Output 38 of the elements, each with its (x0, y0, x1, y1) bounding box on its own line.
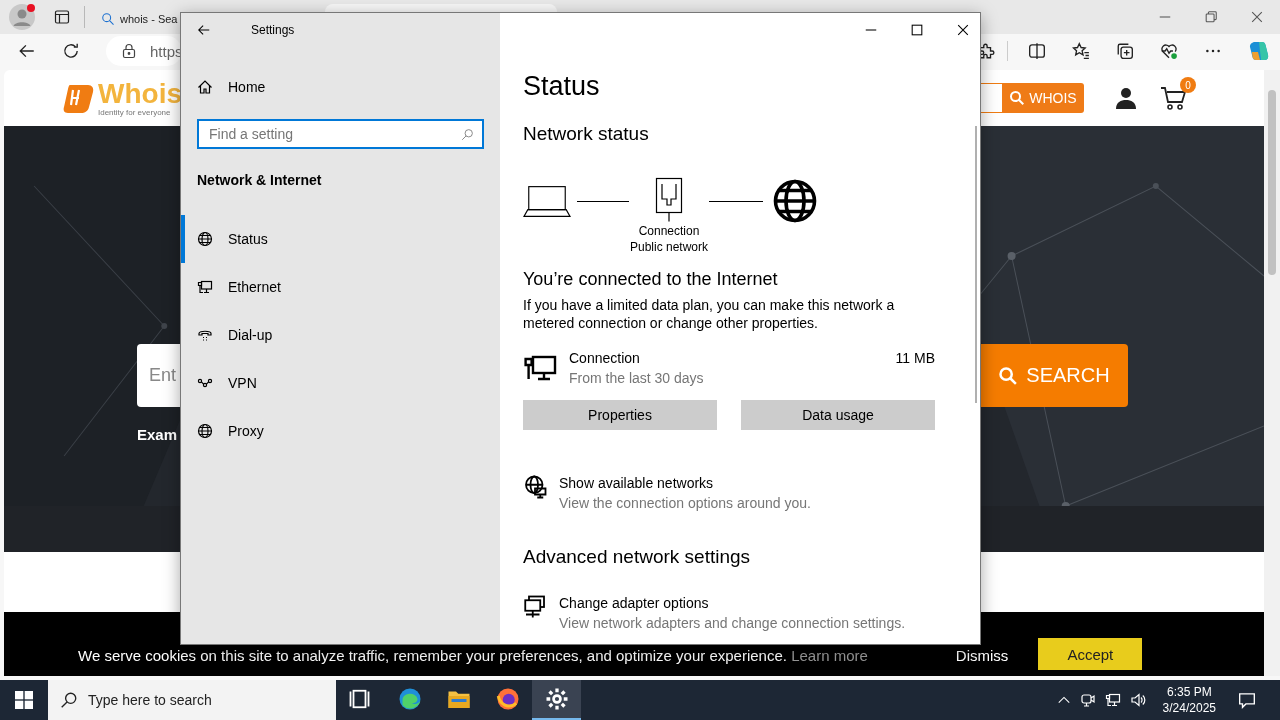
dismiss-link[interactable]: Dismiss (955, 647, 1009, 664)
logo-tagline: Identity for everyone (98, 107, 172, 117)
clock-date[interactable]: 3/24/2025 (1162, 700, 1216, 716)
cookie-text: We serve cookies on this site to analyze traffic, remember your preferences, and optimize your experience. Learn more (78, 647, 868, 664)
settings-link[interactable]: Change adapter options (559, 593, 935, 613)
clock-time[interactable]: 6:35 PM (1166, 684, 1212, 700)
tab-title: whois - Sea (120, 13, 178, 25)
accept-button[interactable]: Accept (1038, 638, 1143, 670)
nav-item[interactable]: VPN (181, 359, 500, 407)
nav-item[interactable]: Dial-up (181, 311, 500, 359)
window-title: Settings (251, 23, 295, 37)
page-heading: Status (523, 70, 601, 103)
search-field[interactable]: Find a setting (197, 119, 484, 149)
action-button[interactable]: Properties (523, 400, 717, 430)
action-button[interactable]: Data usage (741, 400, 935, 430)
section-heading: Advanced network settings (523, 545, 752, 569)
connection-name: Connection (569, 349, 641, 368)
cart-count-badge: 0 (1180, 77, 1196, 93)
domain-search-field[interactable]: Ent (137, 344, 182, 407)
data-usage-amount: 11 MB (895, 349, 935, 368)
link-description: View the connection options around you. (559, 494, 812, 513)
description-text: If you have a limited data plan, you can make this network a metered connection or change other properties. (523, 296, 896, 332)
browser-tab[interactable]: whois - Sea (93, 4, 179, 34)
nav-item[interactable]: Proxy (181, 407, 500, 455)
section-heading: Network status (523, 122, 650, 146)
status-heading: You’re connected to the Internet (523, 268, 779, 291)
home-item[interactable]: Home (181, 63, 500, 111)
diagram-label: Connection (638, 223, 700, 239)
link-description: View network adapters and change connection settings. (559, 614, 907, 633)
section-title: Network & Internet (196, 171, 323, 190)
settings-link[interactable]: Show available networks (559, 473, 935, 493)
example-text: Exam (137, 426, 178, 443)
taskbar-search-field[interactable]: Type here to search (48, 680, 336, 720)
nav-item[interactable]: Ethernet (181, 263, 500, 311)
connection-detail: From the last 30 days (569, 369, 705, 388)
nav-item[interactable]: Status (181, 215, 500, 263)
diagram-label: Public network (629, 239, 708, 255)
learn-more-link[interactable]: Learn more (791, 647, 868, 664)
